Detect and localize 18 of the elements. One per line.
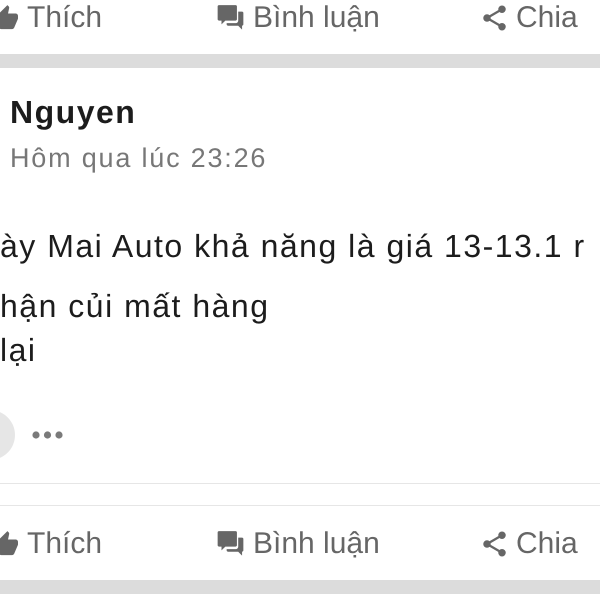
- post-text-line: lại: [0, 331, 37, 370]
- share-icon: [482, 5, 507, 31]
- comment-button[interactable]: Bình luận: [217, 0, 380, 36]
- post-text-line: ày Mai Auto khả năng là giá 13-13.1 r: [0, 227, 586, 266]
- share-icon: [482, 531, 507, 557]
- like-button[interactable]: Thích: [0, 526, 102, 562]
- speech-bubbles-icon: [217, 531, 244, 557]
- speech-bubbles-icon: [217, 5, 244, 31]
- thumbs-up-icon: [0, 5, 18, 31]
- share-button[interactable]: Chia: [482, 526, 578, 562]
- post-timestamp: Hôm qua lúc 23:26: [10, 143, 268, 173]
- like-button[interactable]: Thích: [0, 0, 102, 36]
- share-button[interactable]: Chia: [482, 0, 578, 36]
- author-name[interactable]: Nguyen: [10, 94, 136, 130]
- thumbs-up-icon: [0, 531, 18, 557]
- comment-button[interactable]: Bình luận: [217, 526, 380, 562]
- more-icon[interactable]: [32, 431, 63, 439]
- post-text-line: hận củi mất hàng: [0, 287, 270, 326]
